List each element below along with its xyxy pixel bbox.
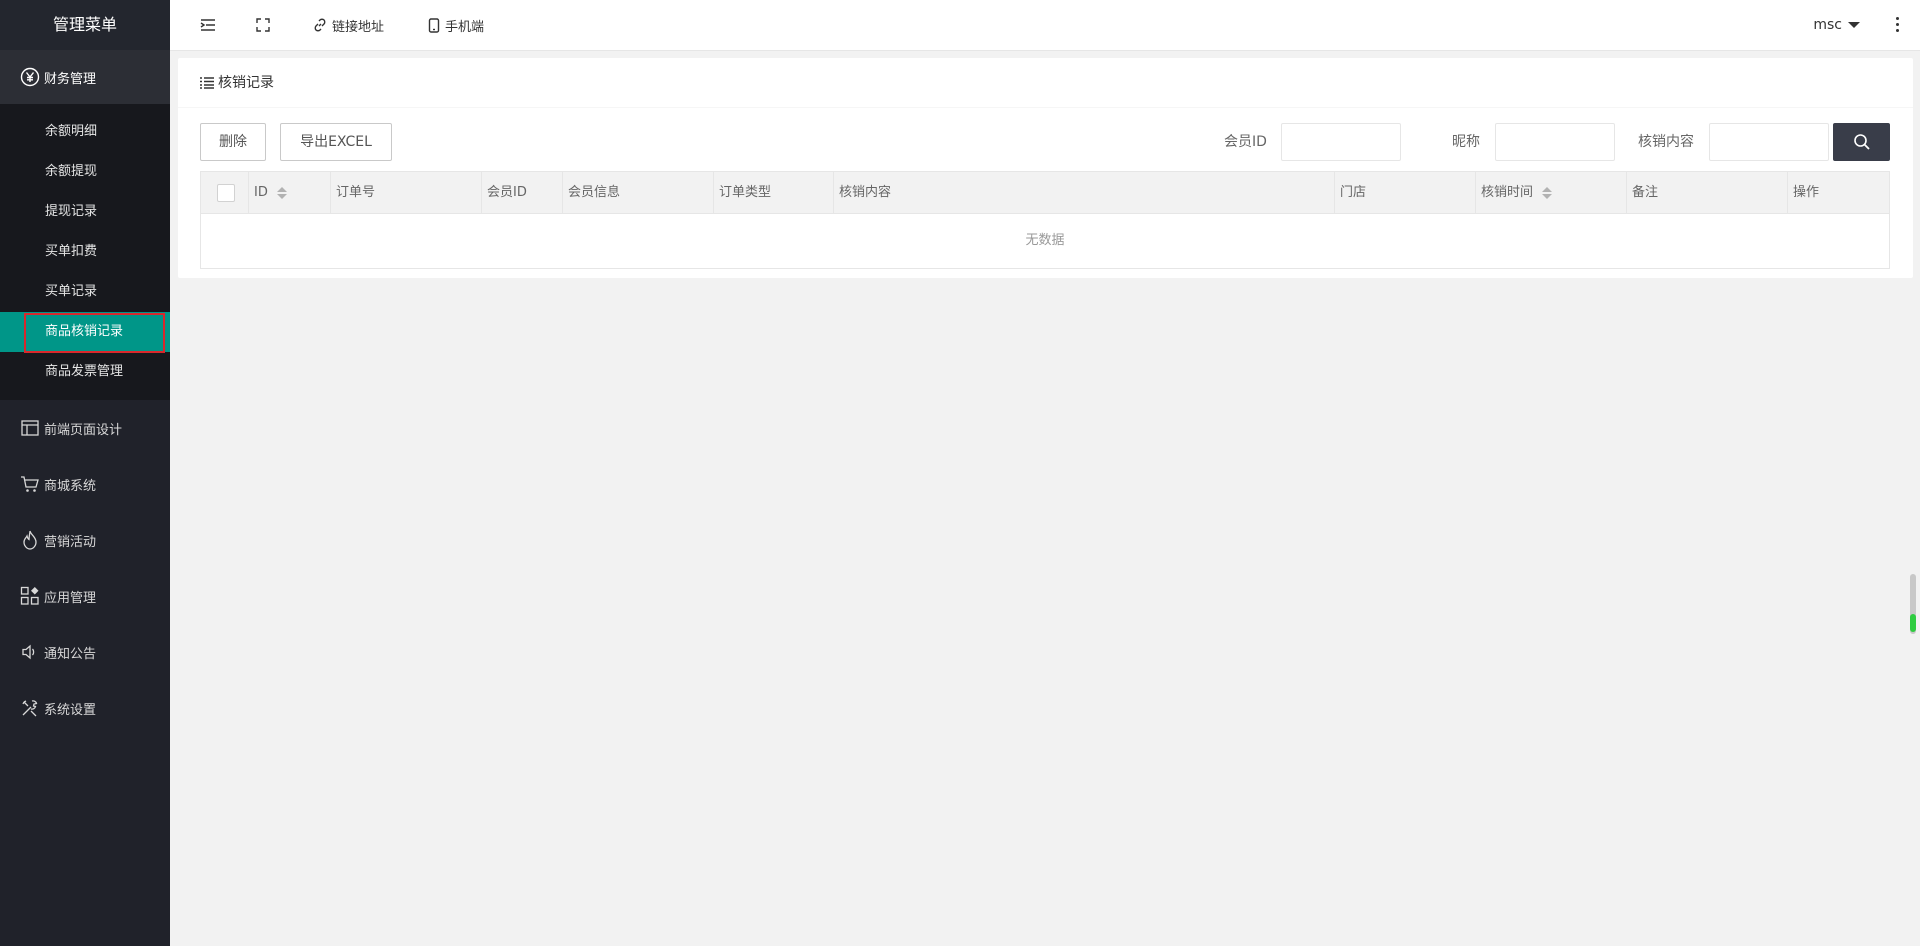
nav-page-design[interactable]: 前端页面设计	[0, 400, 170, 456]
link-icon	[314, 18, 326, 32]
card-title: 核销记录	[218, 74, 274, 91]
nav-settings[interactable]: 系统设置	[0, 680, 170, 736]
nav-apps-label: 应用管理	[44, 590, 97, 606]
tools-icon	[20, 698, 40, 718]
records-table: ID 订单号 会员ID 会员信息 订单类型 核销内容 门店 核销时间 备注 操作…	[200, 171, 1890, 269]
more-icon[interactable]	[1896, 17, 1900, 32]
fullscreen-icon	[256, 18, 270, 32]
col-remark: 备注	[1627, 172, 1788, 214]
nickname-input[interactable]	[1495, 123, 1615, 161]
search-icon	[1853, 134, 1870, 150]
fire-icon	[20, 530, 40, 550]
list-icon	[200, 76, 214, 89]
user-name: msc	[1813, 17, 1842, 33]
content-input[interactable]	[1709, 123, 1829, 161]
nav-finance[interactable]: 财务管理	[0, 50, 170, 104]
sidebar: 管理菜单 财务管理 余额明细 余额提现 提现记录 买单扣费 买单记录 商品核销记…	[0, 0, 170, 946]
select-all-cell	[201, 172, 249, 214]
sidebar-item-invoice-management[interactable]: 商品发票管理	[0, 352, 170, 392]
col-store: 门店	[1335, 172, 1476, 214]
nav-apps[interactable]: 应用管理	[0, 568, 170, 624]
caret-down-icon	[1848, 22, 1860, 28]
user-menu[interactable]: msc	[1813, 0, 1860, 50]
sidebar-item-balance-detail[interactable]: 余额明细	[0, 112, 170, 152]
mobile-label: 手机端	[445, 19, 485, 35]
top-header: 链接地址 手机端 msc	[170, 0, 1920, 51]
phone-icon	[428, 17, 440, 33]
sort-icon[interactable]	[276, 187, 287, 199]
nav-mall[interactable]: 商城系统	[0, 456, 170, 512]
col-id-label: ID	[254, 185, 268, 200]
layout-icon	[20, 418, 40, 438]
select-all-checkbox[interactable]	[217, 184, 235, 202]
sidebar-item-product-verification[interactable]: 商品核销记录	[0, 312, 170, 353]
sidebar-item-balance-withdraw[interactable]: 余额提现	[0, 152, 170, 192]
link-address-button[interactable]: 链接地址	[313, 0, 384, 50]
col-member-id: 会员ID	[482, 172, 563, 214]
fullscreen-button[interactable]	[256, 0, 275, 50]
col-actions: 操作	[1793, 185, 1820, 200]
indent-icon	[200, 19, 215, 31]
sidebar-item-withdraw-records[interactable]: 提现记录	[0, 192, 170, 232]
col-id[interactable]: ID	[249, 172, 331, 214]
nav-notice-label: 通知公告	[44, 646, 97, 662]
scroll-indicator	[1910, 614, 1916, 632]
empty-state: 无数据	[1025, 233, 1065, 248]
member-id-label: 会员ID	[1224, 134, 1267, 150]
sort-icon[interactable]	[1542, 187, 1553, 199]
table-header: ID 订单号 会员ID 会员信息 订单类型 核销内容 门店 核销时间 备注 操作	[201, 172, 1889, 214]
sidebar-title: 管理菜单	[0, 0, 170, 50]
col-verify-content: 核销内容	[834, 172, 1335, 214]
sidebar-item-payment-records[interactable]: 买单记录	[0, 272, 170, 312]
col-order-type: 订单类型	[714, 172, 834, 214]
finance-submenu: 余额明细 余额提现 提现记录 买单扣费 买单记录 商品核销记录 商品发票管理	[0, 104, 170, 400]
col-verify-time-label: 核销时间	[1481, 185, 1534, 200]
cart-icon	[20, 474, 40, 494]
speaker-icon	[20, 642, 40, 662]
content-label: 核销内容	[1638, 134, 1694, 150]
sidebar-item-payment-deduction[interactable]: 买单扣费	[0, 232, 170, 272]
col-verify-time[interactable]: 核销时间	[1476, 172, 1627, 214]
delete-button[interactable]: 删除	[200, 123, 266, 161]
nav-mall-label: 商城系统	[44, 478, 97, 494]
mobile-button[interactable]: 手机端	[428, 0, 484, 50]
nav-notice[interactable]: 通知公告	[0, 624, 170, 680]
card-header: 核销记录	[178, 58, 1913, 108]
nickname-label: 昵称	[1452, 134, 1480, 150]
export-excel-button[interactable]: 导出EXCEL	[280, 123, 392, 161]
collapse-menu-button[interactable]	[200, 0, 221, 50]
link-address-label: 链接地址	[332, 19, 385, 35]
nav-page-design-label: 前端页面设计	[44, 422, 123, 438]
nav-finance-label: 财务管理	[44, 71, 97, 87]
yen-icon	[20, 67, 40, 87]
nav-marketing[interactable]: 营销活动	[0, 512, 170, 568]
nav-marketing-label: 营销活动	[44, 534, 97, 550]
search-button[interactable]	[1833, 123, 1890, 161]
member-id-input[interactable]	[1281, 123, 1401, 161]
col-order-no: 订单号	[331, 172, 482, 214]
apps-icon	[20, 586, 40, 606]
nav-settings-label: 系统设置	[44, 702, 97, 718]
col-member-info: 会员信息	[563, 172, 714, 214]
